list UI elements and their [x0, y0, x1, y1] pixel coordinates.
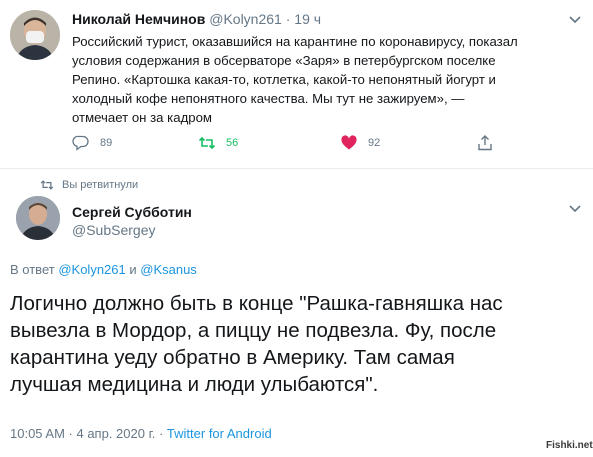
watermark: Fishki.net	[546, 440, 593, 451]
avatar-image	[16, 196, 60, 240]
tweet-header: Николай Немчинов @Kolyn261 · 19 ч	[72, 11, 321, 27]
reply-count: 89	[100, 137, 113, 149]
chevron-down-icon[interactable]	[567, 200, 583, 216]
retweeted-label: Вы ретвитнули	[62, 179, 139, 191]
reply-text-line: Логично должно быть в конце "Рашка-гавня…	[10, 292, 503, 315]
retweeted-indicator: Вы ретвитнули	[40, 178, 138, 192]
share-button[interactable]	[476, 134, 504, 152]
author-handle[interactable]: @SubSergey	[72, 222, 155, 238]
tweet-text-line: Репино. «Картошка какая-то, котлетка, ка…	[72, 72, 496, 87]
avatar[interactable]	[16, 196, 60, 240]
tweet-text-line: условия содержания в обсерваторе «Заря» …	[72, 53, 496, 68]
author-handle[interactable]: @Kolyn261	[209, 11, 282, 27]
author-name[interactable]: Николай Немчинов	[72, 11, 205, 27]
original-tweet[interactable]: Николай Немчинов @Kolyn261 · 19 ч Россий…	[0, 0, 593, 169]
reply-text-line: вывезла в Мордор, а пиццу не подвезла. Ф…	[10, 319, 497, 342]
tweet-text: Российский турист, оказавшийся на карант…	[72, 32, 572, 127]
heart-icon	[341, 135, 357, 150]
avatar-image	[10, 10, 60, 60]
tweet-actions: 89 56 92	[72, 134, 552, 156]
mention-link[interactable]: @Kolyn261	[58, 262, 125, 277]
tweet-metadata: 10:05 AM · 4 апр. 2020 г. · Twitter for …	[10, 426, 272, 441]
reply-text-line: карантина уеду обратно в Америку. Там са…	[10, 346, 455, 369]
avatar[interactable]	[10, 10, 60, 60]
reply-text-line: лучшая медицина и люди улыбаются".	[10, 373, 379, 396]
reply-icon	[72, 135, 89, 151]
reply-button[interactable]: 89	[72, 134, 112, 152]
source-app-link[interactable]: Twitter for Android	[167, 426, 272, 441]
author-name[interactable]: Сергей Субботин	[72, 204, 192, 220]
tweet-time[interactable]: 19 ч	[294, 11, 321, 27]
tweet-timestamp[interactable]: 10:05 AM · 4 апр. 2020 г. ·	[10, 426, 163, 441]
tweet-text-line: отмечает он за кадром	[72, 110, 213, 125]
like-button[interactable]: 92	[340, 134, 380, 152]
share-icon	[478, 135, 492, 151]
separator: ·	[285, 11, 291, 27]
reply-context: В ответ @Kolyn261 и @Ksanus	[10, 262, 197, 277]
like-count: 92	[368, 137, 381, 149]
retweet-icon	[40, 180, 54, 190]
retweet-button[interactable]: 56	[198, 134, 238, 152]
retweet-icon	[198, 136, 216, 150]
reply-prefix: В ответ	[10, 262, 55, 277]
chevron-down-icon[interactable]	[567, 11, 583, 27]
retweet-count: 56	[226, 137, 239, 149]
mention-link[interactable]: @Ksanus	[140, 262, 197, 277]
tweet-text-line: Российский турист, оказавшийся на карант…	[72, 34, 518, 49]
reply-text: Логично должно быть в конце "Рашка-гавня…	[10, 290, 585, 398]
tweet-text-line: холодный кофе непонятного качества. Мы т…	[72, 91, 465, 106]
reply-and: и	[129, 262, 137, 277]
